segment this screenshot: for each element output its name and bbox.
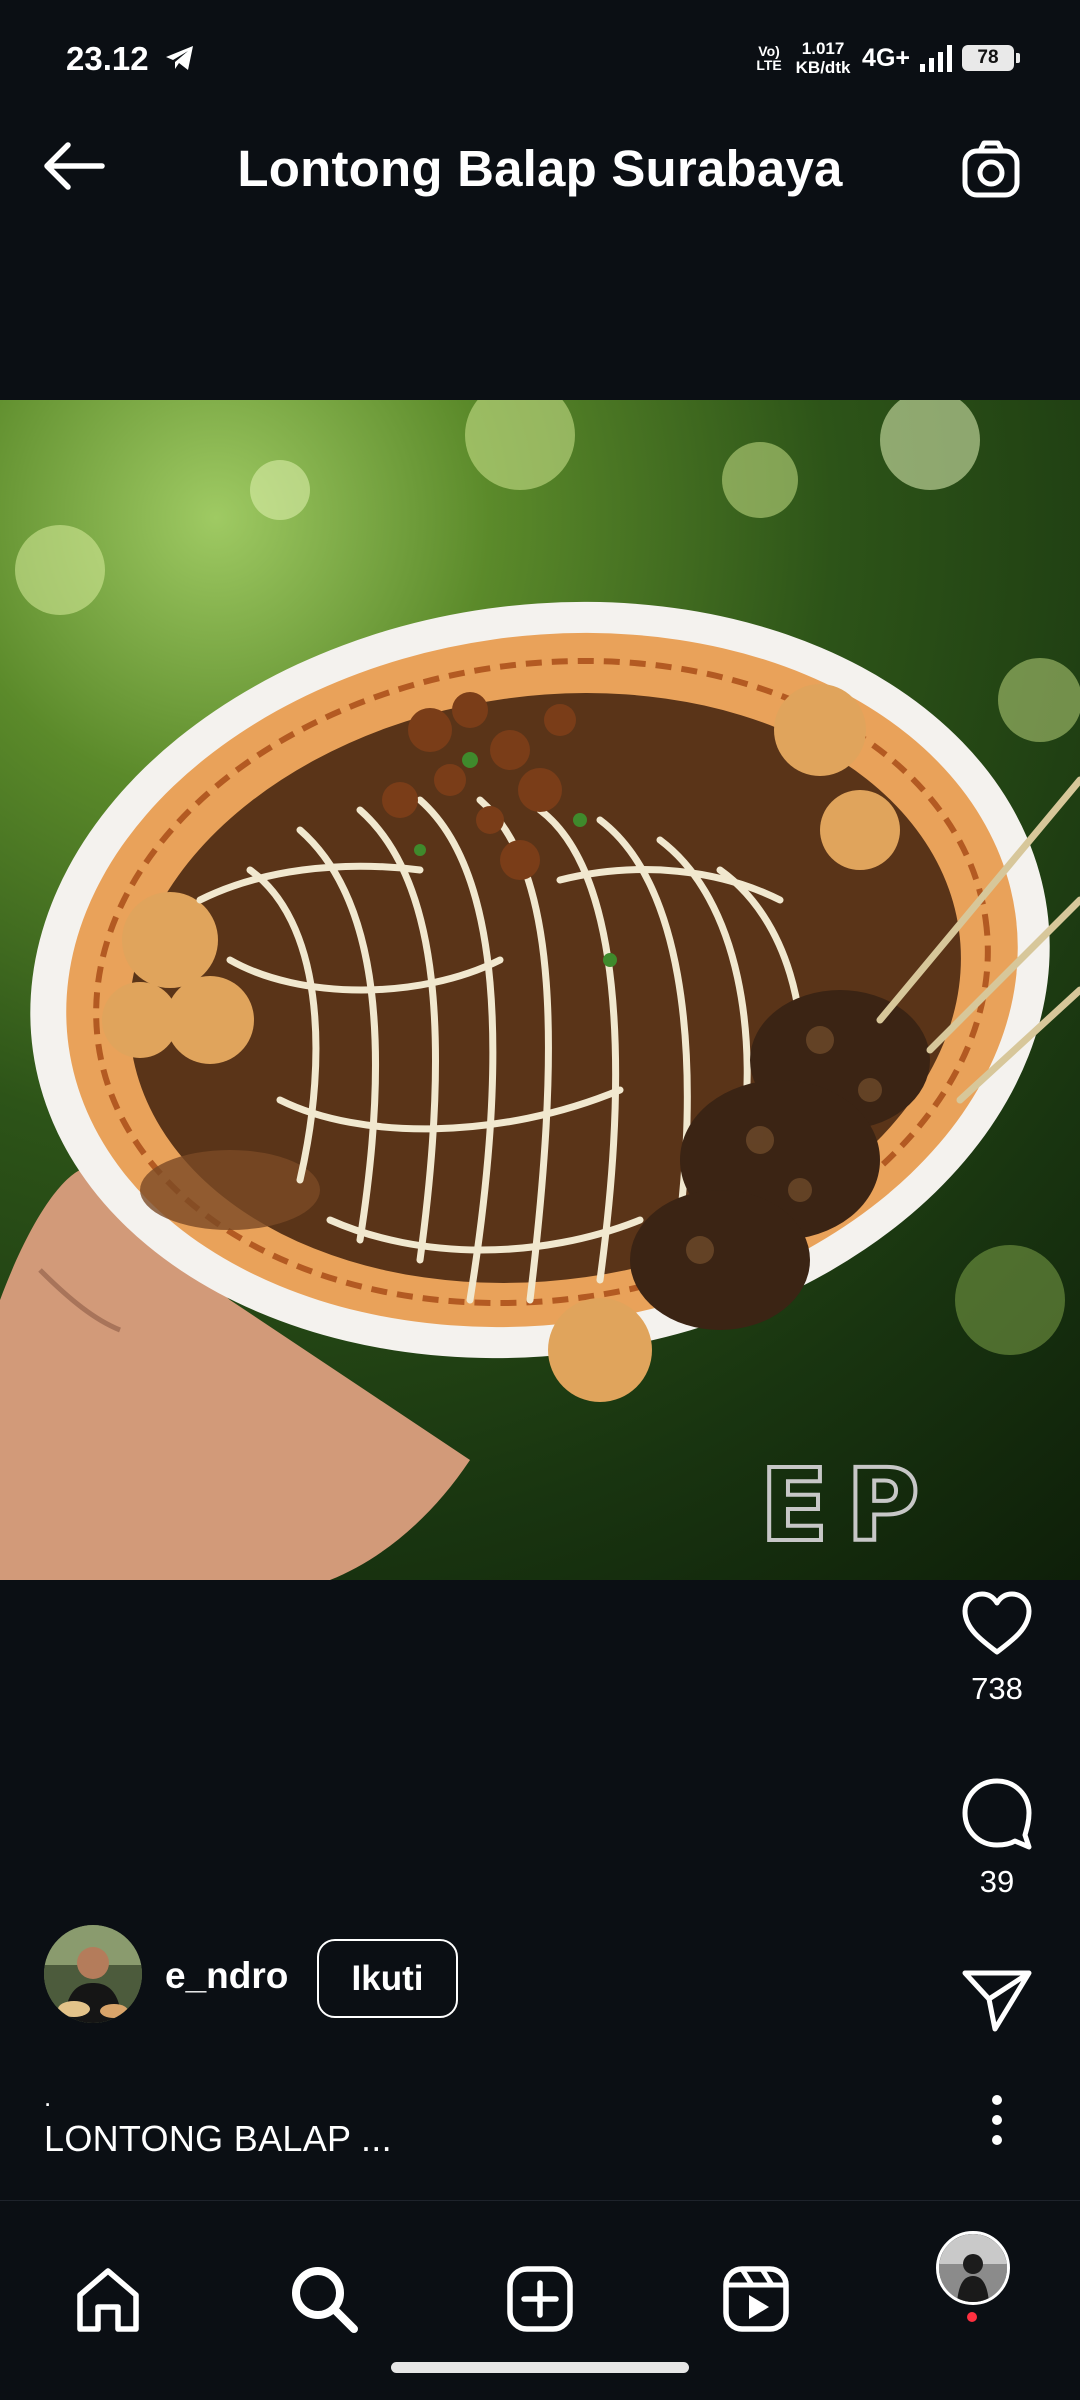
comment-button[interactable]: [959, 1775, 1035, 1851]
post-caption[interactable]: LONTONG BALAP ...: [44, 2118, 392, 2160]
caption-prefix: .: [44, 2082, 52, 2112]
profile-notification-dot: [967, 2312, 977, 2322]
follow-button[interactable]: Ikuti: [317, 1939, 458, 2018]
profile-avatar-image: [939, 2234, 1007, 2302]
profile-avatar[interactable]: [936, 2231, 1010, 2305]
network-speed-value: 1.017: [801, 39, 845, 58]
status-time: 23.12: [66, 40, 149, 77]
home-indicator[interactable]: [391, 2362, 689, 2373]
photo-watermark: EP: [760, 1447, 938, 1564]
author-avatar-image: [44, 1925, 142, 2023]
signal-icon: [920, 44, 952, 72]
network-speed: 1.017 KB/dtk: [794, 39, 852, 77]
home-icon[interactable]: [72, 2263, 144, 2335]
camera-button[interactable]: [958, 138, 1024, 202]
more-options-icon[interactable]: [975, 2088, 1019, 2152]
battery-icon: 78: [962, 45, 1020, 71]
share-action: [947, 1965, 1047, 2038]
author-avatar[interactable]: [44, 1925, 142, 2023]
header: Lontong Balap Surabaya: [0, 94, 1080, 244]
author-username[interactable]: e_ndro: [165, 1955, 288, 1997]
comment-count: 39: [979, 1864, 1015, 1899]
network-speed-unit: KB/dtk: [795, 58, 851, 77]
telegram-icon: [166, 46, 193, 70]
post-photo[interactable]: EP: [0, 400, 1080, 1580]
comment-action: 39: [947, 1775, 1047, 1900]
network-type: 4G+: [862, 43, 910, 72]
share-button[interactable]: [959, 1965, 1035, 2033]
like-button[interactable]: [959, 1588, 1035, 1658]
like-count: 738: [971, 1671, 1023, 1706]
lontong-balap-illustration: EP: [0, 400, 1080, 1580]
page-title: Lontong Balap Surabaya: [237, 140, 843, 197]
create-icon[interactable]: [504, 2263, 576, 2335]
volte-indicator: Vo) LTE: [756, 43, 782, 73]
search-icon[interactable]: [288, 2263, 360, 2335]
reels-icon[interactable]: [720, 2263, 792, 2335]
status-bar: 23.12 Vo) LTE 1.017 KB/dtk 4G+ 78: [0, 0, 1080, 94]
status-indicators: Vo) LTE 1.017 KB/dtk 4G+ 78: [754, 38, 1020, 78]
like-action: 738: [947, 1588, 1047, 1707]
